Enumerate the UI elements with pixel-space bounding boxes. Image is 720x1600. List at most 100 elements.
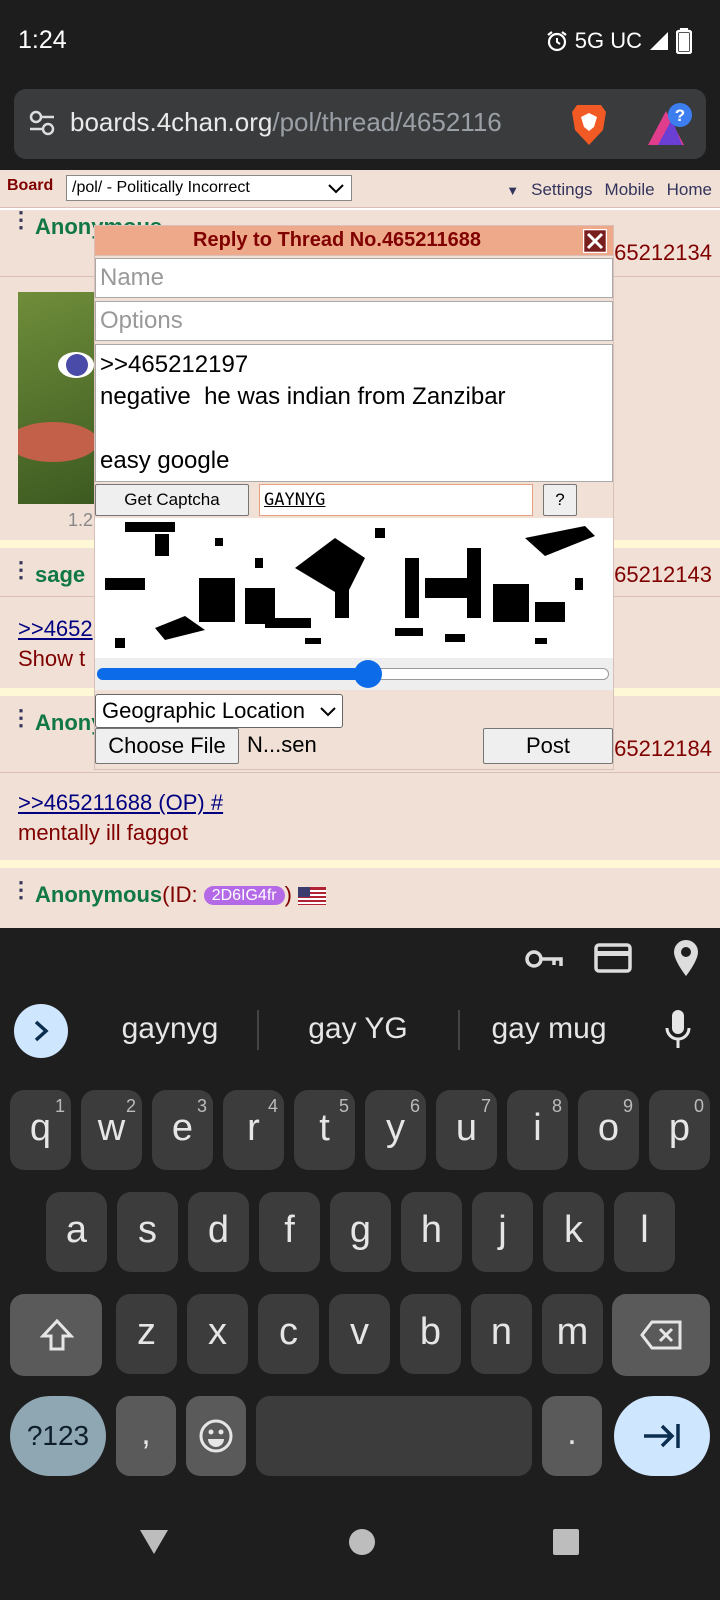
geo-location-value: Geographic Location <box>102 698 306 723</box>
period-key[interactable]: . <box>542 1396 602 1476</box>
back-icon[interactable] <box>138 1528 170 1556</box>
key-hint: 0 <box>693 1096 704 1116</box>
key-label: o <box>597 1107 620 1149</box>
key-b[interactable]: b <box>400 1294 461 1374</box>
key-i[interactable]: i8 <box>507 1090 568 1170</box>
key-q[interactable]: q1 <box>10 1090 71 1170</box>
key-w[interactable]: w2 <box>81 1090 142 1170</box>
backspace-key[interactable] <box>612 1294 710 1376</box>
post-number[interactable]: 465212134 <box>602 240 712 266</box>
key-label: p <box>668 1107 691 1149</box>
key-c[interactable]: c <box>258 1294 319 1374</box>
post-number[interactable]: 465212143 <box>602 562 712 588</box>
tab-arrow-icon <box>644 1424 680 1448</box>
captcha-input[interactable]: GAYNYG <box>259 484 533 516</box>
site-settings-icon[interactable] <box>28 109 56 137</box>
captcha-help-button[interactable]: ? <box>543 484 577 516</box>
next-field-key[interactable] <box>614 1396 710 1476</box>
chevron-down-icon <box>328 184 344 194</box>
post-image-thumb[interactable] <box>18 292 98 504</box>
key-n[interactable]: n <box>471 1294 532 1374</box>
key-m[interactable]: m <box>542 1294 603 1374</box>
captcha-slider[interactable] <box>95 658 613 690</box>
key-label: l <box>640 1209 649 1251</box>
key-label: y <box>386 1107 405 1149</box>
key-u[interactable]: u7 <box>436 1090 497 1170</box>
key-j[interactable]: j <box>472 1192 533 1272</box>
comma-key[interactable]: , <box>116 1396 176 1476</box>
shift-icon <box>40 1318 74 1351</box>
post-menu-icon[interactable]: ⋮ <box>10 559 32 581</box>
key-a[interactable]: a <box>46 1192 107 1272</box>
card-icon[interactable] <box>594 942 632 974</box>
shift-key[interactable] <box>10 1294 102 1376</box>
key-l[interactable]: l <box>614 1192 675 1272</box>
key-v[interactable]: v <box>329 1294 390 1374</box>
key-label: x <box>208 1311 227 1353</box>
key-o[interactable]: o9 <box>578 1090 639 1170</box>
key-hint: 5 <box>338 1096 349 1116</box>
recents-icon[interactable] <box>552 1528 580 1556</box>
expand-suggestions-button[interactable] <box>14 1004 68 1058</box>
location-icon[interactable] <box>672 938 700 978</box>
key-label: s <box>138 1209 157 1251</box>
post-menu-icon[interactable]: ⋮ <box>10 707 32 729</box>
home-icon[interactable] <box>348 1528 376 1556</box>
post-menu-icon[interactable]: ⋮ <box>10 879 32 901</box>
link-mobile[interactable]: Mobile <box>605 180 655 200</box>
space-key[interactable] <box>256 1396 532 1476</box>
battery-icon <box>676 28 692 54</box>
post-number[interactable]: 465212184 <box>602 736 712 762</box>
brave-rewards-icon[interactable]: ? <box>644 101 696 149</box>
status-time: 1:24 <box>18 26 67 54</box>
key-label: v <box>350 1311 369 1353</box>
choose-file-button[interactable]: Choose File <box>95 728 239 764</box>
close-icon[interactable] <box>583 229 607 253</box>
key-g[interactable]: g <box>330 1192 391 1272</box>
get-captcha-button[interactable]: Get Captcha <box>95 484 249 516</box>
key-h[interactable]: h <box>401 1192 462 1272</box>
key-d[interactable]: d <box>188 1192 249 1272</box>
key-s[interactable]: s <box>117 1192 178 1272</box>
key-t[interactable]: t5 <box>294 1090 355 1170</box>
geo-location-select[interactable]: Geographic Location <box>95 694 343 728</box>
brave-shields-icon[interactable] <box>569 101 609 147</box>
quote-link[interactable]: >>4652 <box>18 616 93 642</box>
post-text: Show t <box>18 646 86 671</box>
key-z[interactable]: z <box>116 1294 177 1374</box>
us-flag-icon <box>297 887 326 906</box>
slider-thumb[interactable] <box>354 660 383 688</box>
key-icon[interactable] <box>524 942 564 976</box>
comment-field[interactable] <box>95 344 613 482</box>
url-text[interactable]: boards.4chan.org/pol/thread/4652116 <box>70 107 560 138</box>
quote-link[interactable]: >>465211688 (OP) # <box>18 790 223 816</box>
name-field[interactable] <box>95 258 613 298</box>
key-f[interactable]: f <box>259 1192 320 1272</box>
post-button[interactable]: Post <box>483 728 613 764</box>
expand-arrow-icon[interactable]: ▼ <box>506 183 519 200</box>
address-bar[interactable]: boards.4chan.org/pol/thread/4652116 ? <box>14 89 706 159</box>
id-close: ) <box>284 882 292 907</box>
microphone-icon[interactable] <box>664 1008 692 1050</box>
suggestion-2[interactable]: gay YG <box>270 1012 446 1046</box>
link-home[interactable]: Home <box>667 180 712 200</box>
board-select[interactable]: /pol/ - Politically Incorrect <box>66 175 352 201</box>
post-name: sage <box>35 562 86 587</box>
link-settings[interactable]: Settings <box>531 180 592 200</box>
emoji-key[interactable] <box>186 1396 246 1476</box>
post-menu-icon[interactable]: ⋮ <box>10 209 32 231</box>
navigation-bar <box>0 1492 720 1600</box>
key-p[interactable]: p0 <box>649 1090 710 1170</box>
suggestion-3[interactable]: gay mug <box>464 1012 634 1046</box>
key-k[interactable]: k <box>543 1192 604 1272</box>
symbols-key[interactable]: ?123 <box>10 1396 106 1476</box>
key-r[interactable]: r4 <box>223 1090 284 1170</box>
captcha-image <box>95 518 613 658</box>
reply-form-header[interactable]: Reply to Thread No.465211688 <box>95 226 613 256</box>
options-field[interactable] <box>95 301 613 341</box>
key-x[interactable]: x <box>187 1294 248 1374</box>
key-y[interactable]: y6 <box>365 1090 426 1170</box>
key-e[interactable]: e3 <box>152 1090 213 1170</box>
suggestion-1[interactable]: gaynyg <box>90 1012 250 1046</box>
poster-id[interactable]: 2D6IG4fr <box>203 886 285 906</box>
